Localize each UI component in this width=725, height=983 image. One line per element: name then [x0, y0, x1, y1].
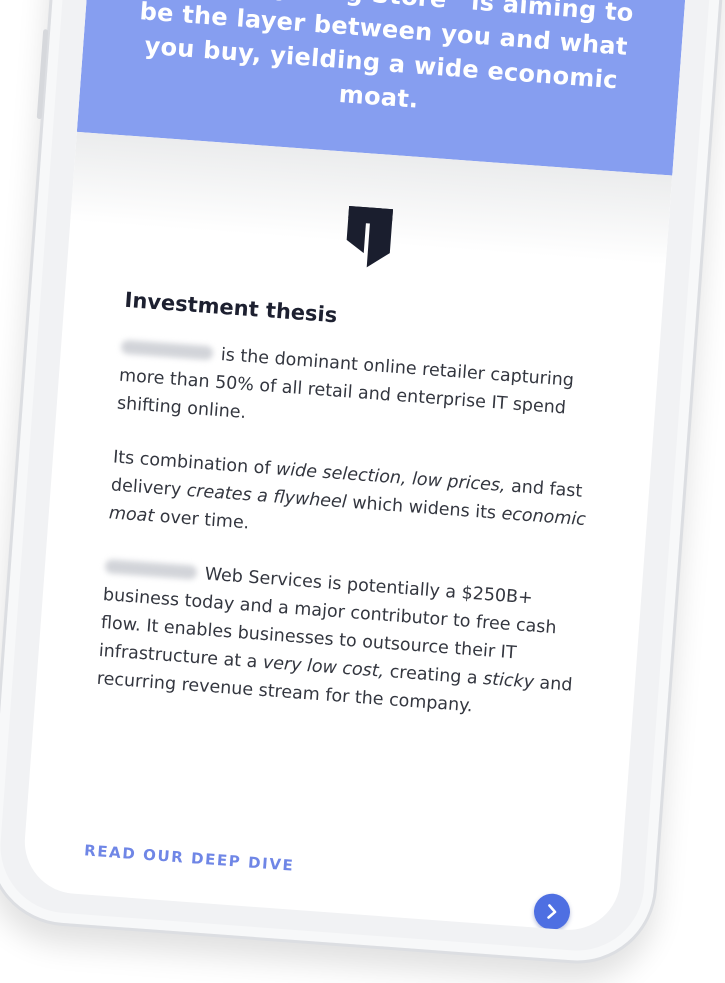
- thesis-paragraph-3-emphasis-1: very low cost,: [262, 652, 385, 682]
- thesis-paragraph-2: Its combination of wide selection, low p…: [108, 443, 602, 563]
- cta-row: READ OUR DEEP DIVE: [82, 841, 573, 932]
- phone-frame: “The Everything Store” is aiming to be t…: [0, 0, 725, 970]
- thesis-paragraph-2-part-4: over time.: [153, 506, 250, 534]
- phone-screen: “The Everything Store” is aiming to be t…: [21, 0, 691, 934]
- shield-t-icon: [346, 205, 393, 268]
- next-button[interactable]: [532, 892, 572, 932]
- thesis-paragraph-2-emphasis-2: creates a flywheel: [185, 480, 348, 513]
- thesis-paragraph-3-part-1: Web Services is potentially a $250B+ bus…: [98, 564, 558, 673]
- phone-side-button: [36, 29, 49, 120]
- banner-quote: “The Everything Store” is aiming to be t…: [138, 0, 635, 114]
- thesis-section: Investment thesis is the dominant online…: [94, 288, 613, 755]
- thesis-paragraph-3: Web Services is potentially a $250B+ bus…: [96, 553, 594, 728]
- thesis-paragraph-3-part-2: creating a: [383, 661, 484, 690]
- stage: “The Everything Store” is aiming to be t…: [0, 0, 725, 983]
- redacted-company-name: [104, 559, 198, 580]
- redacted-company-name: [120, 339, 214, 361]
- thesis-paragraph-3-emphasis-2: sticky: [482, 669, 535, 693]
- read-deep-dive-link[interactable]: READ OUR DEEP DIVE: [84, 841, 295, 874]
- thesis-paragraph-1: is the dominant online retailer capturin…: [116, 334, 610, 454]
- thesis-paragraph-2-part-3: which widens its: [345, 492, 503, 524]
- chevron-right-icon: [547, 904, 557, 919]
- thesis-paragraph-2-part-1: Its combination of: [112, 447, 277, 480]
